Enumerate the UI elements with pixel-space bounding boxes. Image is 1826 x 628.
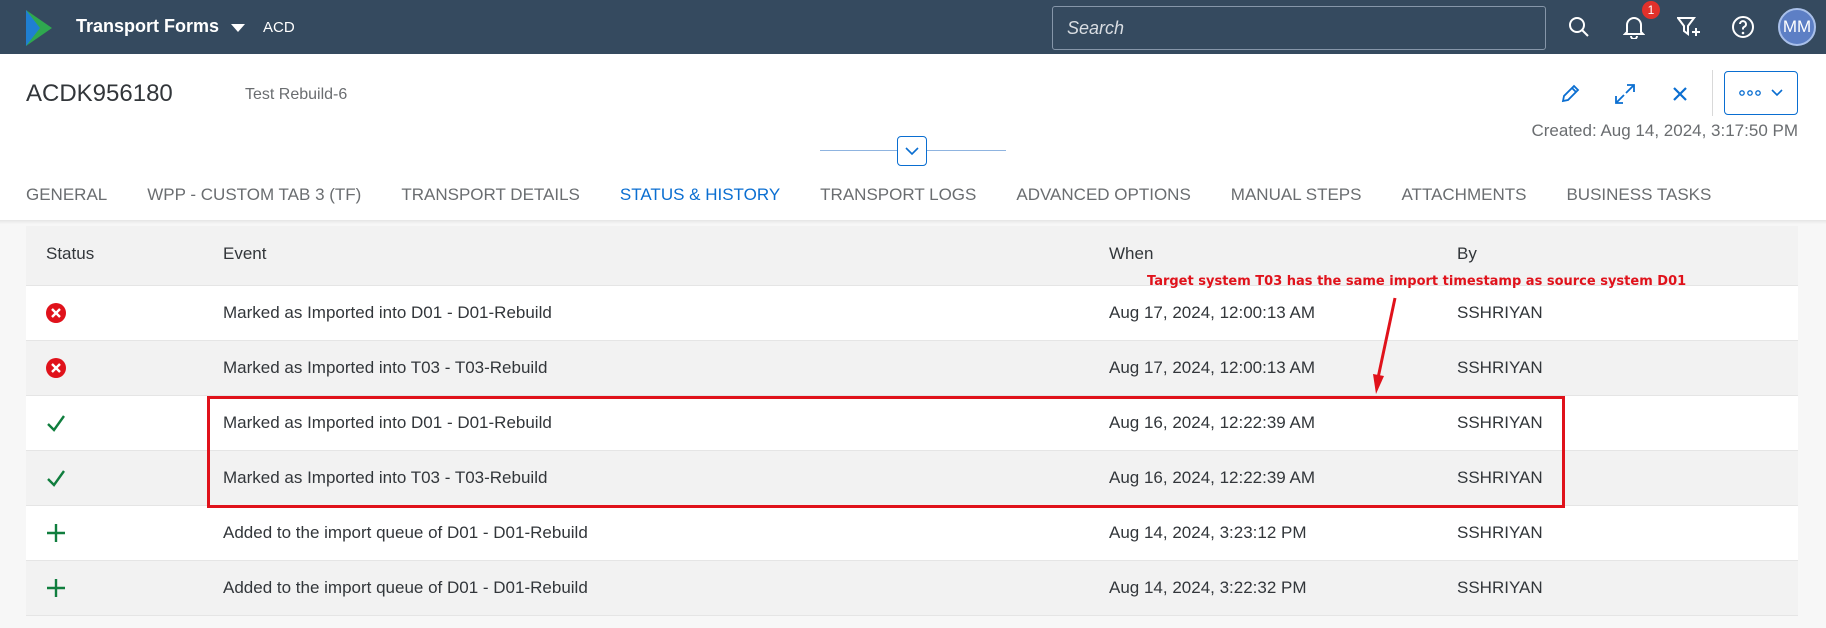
notification-badge: 1 — [1642, 1, 1660, 19]
event-cell: Added to the import queue of D01 - D01-R… — [223, 523, 588, 542]
when-cell: Aug 17, 2024, 12:00:13 AM — [1109, 303, 1316, 322]
chevron-down-icon — [905, 146, 919, 155]
avatar[interactable]: MM — [1778, 8, 1816, 46]
error-icon — [46, 303, 66, 323]
chevron-down-icon — [231, 23, 246, 32]
tab-status-history[interactable]: STATUS & HISTORY — [619, 185, 781, 223]
app-logo-icon[interactable] — [26, 10, 52, 46]
tab-attachments[interactable]: ATTACHMENTS — [1401, 185, 1526, 221]
system-label: ACD — [263, 19, 295, 36]
search-input[interactable]: Search — [1052, 6, 1546, 50]
error-icon — [46, 358, 66, 378]
plus-icon — [47, 579, 65, 597]
table-row[interactable]: Marked as Imported into D01 - D01-Rebuil… — [26, 286, 1798, 341]
page-subtitle: Test Rebuild-6 — [245, 86, 348, 103]
table-row[interactable]: Marked as Imported into T03 - T03-Rebuil… — [26, 341, 1798, 396]
app-title: Transport Forms — [76, 16, 220, 36]
tab-transport-details[interactable]: TRANSPORT DETAILS — [401, 185, 580, 221]
column-header-by: By — [1457, 244, 1477, 263]
edit-button[interactable] — [1552, 76, 1588, 112]
fullscreen-button[interactable] — [1607, 76, 1643, 112]
filter-add-icon[interactable] — [1674, 12, 1704, 42]
toolbar-separator — [1712, 70, 1713, 116]
app-title-menu[interactable]: Transport Forms — [76, 16, 246, 37]
annotation-label: Target system T03 has the same import ti… — [1147, 274, 1687, 289]
more-actions-button[interactable] — [1724, 71, 1798, 115]
event-cell: Added to the import queue of D01 - D01-R… — [223, 578, 588, 597]
by-cell: SSHRIYAN — [1457, 578, 1543, 597]
tab-business-tasks[interactable]: BUSINESS TASKS — [1566, 185, 1711, 221]
shell-bar: Transport Forms ACD Search 1 MM — [0, 0, 1826, 54]
by-cell: SSHRIYAN — [1457, 303, 1543, 322]
column-header-status: Status — [46, 244, 95, 263]
annotation-highlight-box — [207, 396, 1565, 508]
chevron-down-icon — [1771, 89, 1783, 97]
search-icon[interactable] — [1564, 12, 1594, 42]
created-timestamp: Created: Aug 14, 2024, 3:17:50 PM — [1531, 121, 1798, 140]
pencil-icon — [1561, 84, 1580, 103]
overflow-icon — [1739, 90, 1761, 96]
expand-icon — [1615, 84, 1635, 104]
column-header-when: When — [1109, 244, 1154, 263]
checkmark-icon — [47, 415, 65, 432]
close-icon — [1673, 87, 1687, 101]
tab-advanced-options[interactable]: ADVANCED OPTIONS — [1016, 185, 1190, 221]
plus-icon — [47, 524, 65, 542]
tab-bar: GENERAL WPP - CUSTOM TAB 3 (TF) TRANSPOR… — [26, 185, 1751, 223]
event-cell: Marked as Imported into D01 - D01-Rebuil… — [223, 303, 552, 322]
checkmark-icon — [47, 470, 65, 487]
tab-general[interactable]: GENERAL — [26, 185, 107, 221]
event-cell: Marked as Imported into T03 - T03-Rebuil… — [223, 358, 548, 377]
when-cell: Aug 17, 2024, 12:00:13 AM — [1109, 358, 1316, 377]
table-row[interactable]: Added to the import queue of D01 - D01-R… — [26, 561, 1798, 616]
when-cell: Aug 14, 2024, 3:22:32 PM — [1109, 578, 1307, 597]
help-icon[interactable] — [1728, 12, 1758, 42]
tab-transport-logs[interactable]: TRANSPORT LOGS — [820, 185, 976, 221]
tab-manual-steps[interactable]: MANUAL STEPS — [1231, 185, 1362, 221]
collapse-header-button[interactable] — [897, 136, 927, 166]
close-button[interactable] — [1662, 76, 1698, 112]
by-cell: SSHRIYAN — [1457, 523, 1543, 542]
tab-wpp-custom-tab-3[interactable]: WPP - CUSTOM TAB 3 (TF) — [147, 185, 361, 221]
column-header-event: Event — [223, 244, 267, 263]
table-row[interactable]: Added to the import queue of D01 - D01-R… — [26, 506, 1798, 561]
page-title: ACDK956180 — [26, 80, 173, 107]
annotation-arrow-icon — [1373, 297, 1397, 394]
when-cell: Aug 14, 2024, 3:23:12 PM — [1109, 523, 1307, 542]
by-cell: SSHRIYAN — [1457, 358, 1543, 377]
